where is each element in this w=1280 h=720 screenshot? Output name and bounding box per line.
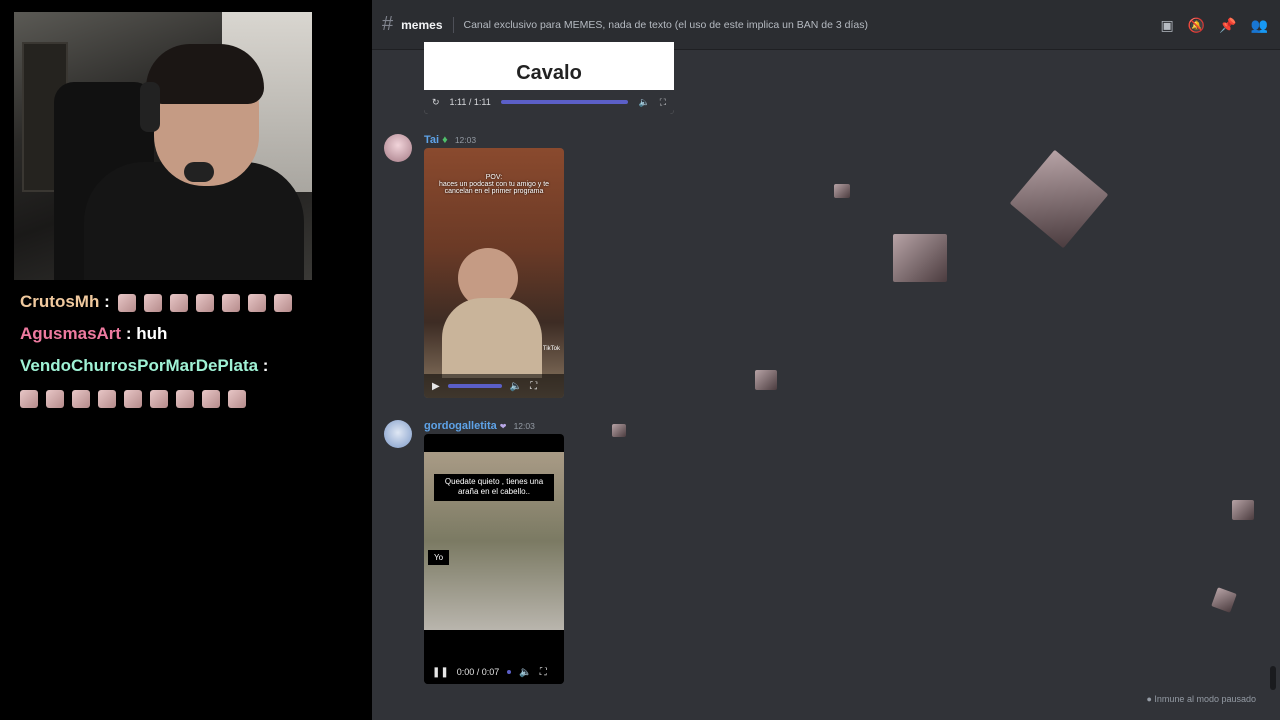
video-caption: Quedate quieto , tienes una araña en el …	[434, 474, 554, 501]
username[interactable]: gordogalletita	[424, 420, 497, 432]
channel-name[interactable]: memes	[401, 18, 442, 32]
previous-video-embed[interactable]: Cavalo ↻ 1:11 / 1:11 🔈 ⛶	[424, 42, 674, 114]
video-time: 1:11 / 1:11	[449, 97, 491, 107]
emote-icon	[46, 389, 64, 408]
emote-icon	[124, 389, 142, 408]
fullscreen-icon[interactable]: ⛶	[530, 381, 537, 392]
emote-icon	[170, 293, 189, 312]
replay-icon[interactable]: ↻	[432, 97, 440, 108]
members-icon[interactable]: 👥	[1251, 17, 1268, 34]
emote-icon	[176, 389, 194, 408]
tiktok-watermark: TikTok	[542, 346, 560, 352]
chat-text: huh	[136, 324, 168, 343]
header-toolbar: ▣ 🔕 📌 👥	[1160, 17, 1268, 34]
emote-icon	[248, 293, 267, 312]
play-icon[interactable]: ▶	[432, 381, 440, 392]
chat-username: VendoChurrosPorMarDePlata	[20, 356, 259, 375]
stream-overlay: CrutosMh : AgusmasArt : huh VendoChurros…	[0, 0, 372, 720]
floating-emote-image	[755, 370, 777, 390]
discord-window: # memes Canal exclusivo para MEMES, nada…	[372, 0, 1280, 720]
avatar[interactable]	[384, 134, 412, 162]
slowmode-note: ● Inmune al modo pausado	[1146, 694, 1256, 704]
volume-slider[interactable]	[447, 384, 502, 388]
floating-emote-image	[1211, 587, 1237, 613]
channel-topic[interactable]: Canal exclusivo para MEMES, nada de text…	[464, 19, 868, 31]
chat-line	[16, 382, 360, 414]
video-caption: POV: haces un podcast con tu amigo y te …	[438, 174, 550, 195]
volume-icon[interactable]: 🔈	[638, 97, 649, 108]
chat-separator: :	[262, 356, 269, 375]
emote-icon	[150, 389, 168, 408]
role-badge-icon: ♦	[442, 134, 448, 146]
scrollbar[interactable]	[1270, 666, 1276, 690]
clock-icon: ●	[1146, 694, 1152, 704]
chat-separator: :	[125, 324, 132, 343]
fullscreen-icon[interactable]: ⛶	[540, 667, 547, 678]
floating-emote-image	[893, 234, 947, 282]
chat-line: AgusmasArt : huh	[20, 318, 360, 350]
video-controls: ❚❚ 0:00 / 0:07 🔈 ⛶	[424, 660, 564, 684]
pin-icon[interactable]: 📌	[1219, 17, 1236, 34]
floating-emote-image	[834, 184, 850, 198]
emote-icon	[118, 293, 137, 312]
webcam-person-hair	[146, 44, 264, 104]
chat-separator: :	[104, 292, 110, 311]
message-header: Tai ♦ 12:03	[424, 134, 476, 146]
video-time: 0:00 / 0:07	[456, 667, 500, 677]
chat-line: VendoChurrosPorMarDePlata :	[20, 350, 360, 382]
screen: CrutosMh : AgusmasArt : huh VendoChurros…	[0, 0, 1280, 720]
video-frame-title: Cavalo	[516, 62, 582, 84]
video-controls: ↻ 1:11 / 1:11 🔈 ⛶	[424, 90, 674, 114]
timestamp: 12:03	[513, 421, 535, 431]
floating-emote-image	[1009, 149, 1109, 249]
emote-icon	[274, 293, 293, 312]
chat-username: CrutosMh	[20, 292, 100, 311]
chat-line: CrutosMh :	[20, 286, 360, 318]
microphone-icon	[184, 162, 214, 182]
threads-icon[interactable]: ▣	[1160, 17, 1173, 34]
floating-emote-image	[612, 424, 626, 437]
video-controls: ▶ 🔈 ⛶	[424, 374, 564, 398]
mute-icon[interactable]: 🔕	[1188, 17, 1205, 34]
video-label: Yo	[428, 550, 450, 565]
message-list[interactable]: Cavalo ↻ 1:11 / 1:11 🔈 ⛶ Tai ♦ 12:03 POV…	[372, 40, 1280, 708]
video-embed[interactable]: POV: haces un podcast con tu amigo y te …	[424, 148, 564, 398]
emote-icon	[202, 389, 220, 408]
stream-chat: CrutosMh : AgusmasArt : huh VendoChurros…	[20, 286, 360, 414]
emote-icon	[144, 293, 163, 312]
floating-emote-image	[1232, 500, 1254, 520]
hashtag-icon: #	[382, 13, 394, 35]
headset-icon	[140, 82, 160, 132]
emote-icon	[98, 389, 116, 408]
emote-icon	[196, 293, 215, 312]
avatar[interactable]	[384, 420, 412, 448]
role-badge-icon: ❤	[499, 422, 507, 431]
emote-icon	[20, 389, 38, 408]
chat-username: AgusmasArt	[20, 324, 122, 343]
video-embed[interactable]: Quedate quieto , tienes una araña en el …	[424, 434, 564, 684]
pause-icon[interactable]: ❚❚	[432, 667, 449, 678]
slowmode-text: Inmune al modo pausado	[1154, 694, 1256, 704]
video-progress[interactable]	[500, 100, 629, 104]
emote-icon	[72, 389, 90, 408]
emote-icon	[228, 389, 246, 408]
timestamp: 12:03	[454, 135, 477, 145]
emote-icon	[222, 293, 241, 312]
video-progress[interactable]	[507, 670, 512, 674]
video-person-body	[442, 298, 542, 378]
message-header: gordogalletita ❤ 12:03	[424, 420, 535, 432]
chat-emotes	[114, 292, 296, 312]
webcam-feed	[14, 12, 312, 280]
header-divider	[452, 16, 454, 33]
volume-icon[interactable]: 🔈	[519, 667, 531, 678]
volume-icon[interactable]: 🔈	[510, 381, 522, 392]
fullscreen-icon[interactable]: ⛶	[660, 97, 666, 108]
username[interactable]: Tai	[424, 134, 439, 146]
